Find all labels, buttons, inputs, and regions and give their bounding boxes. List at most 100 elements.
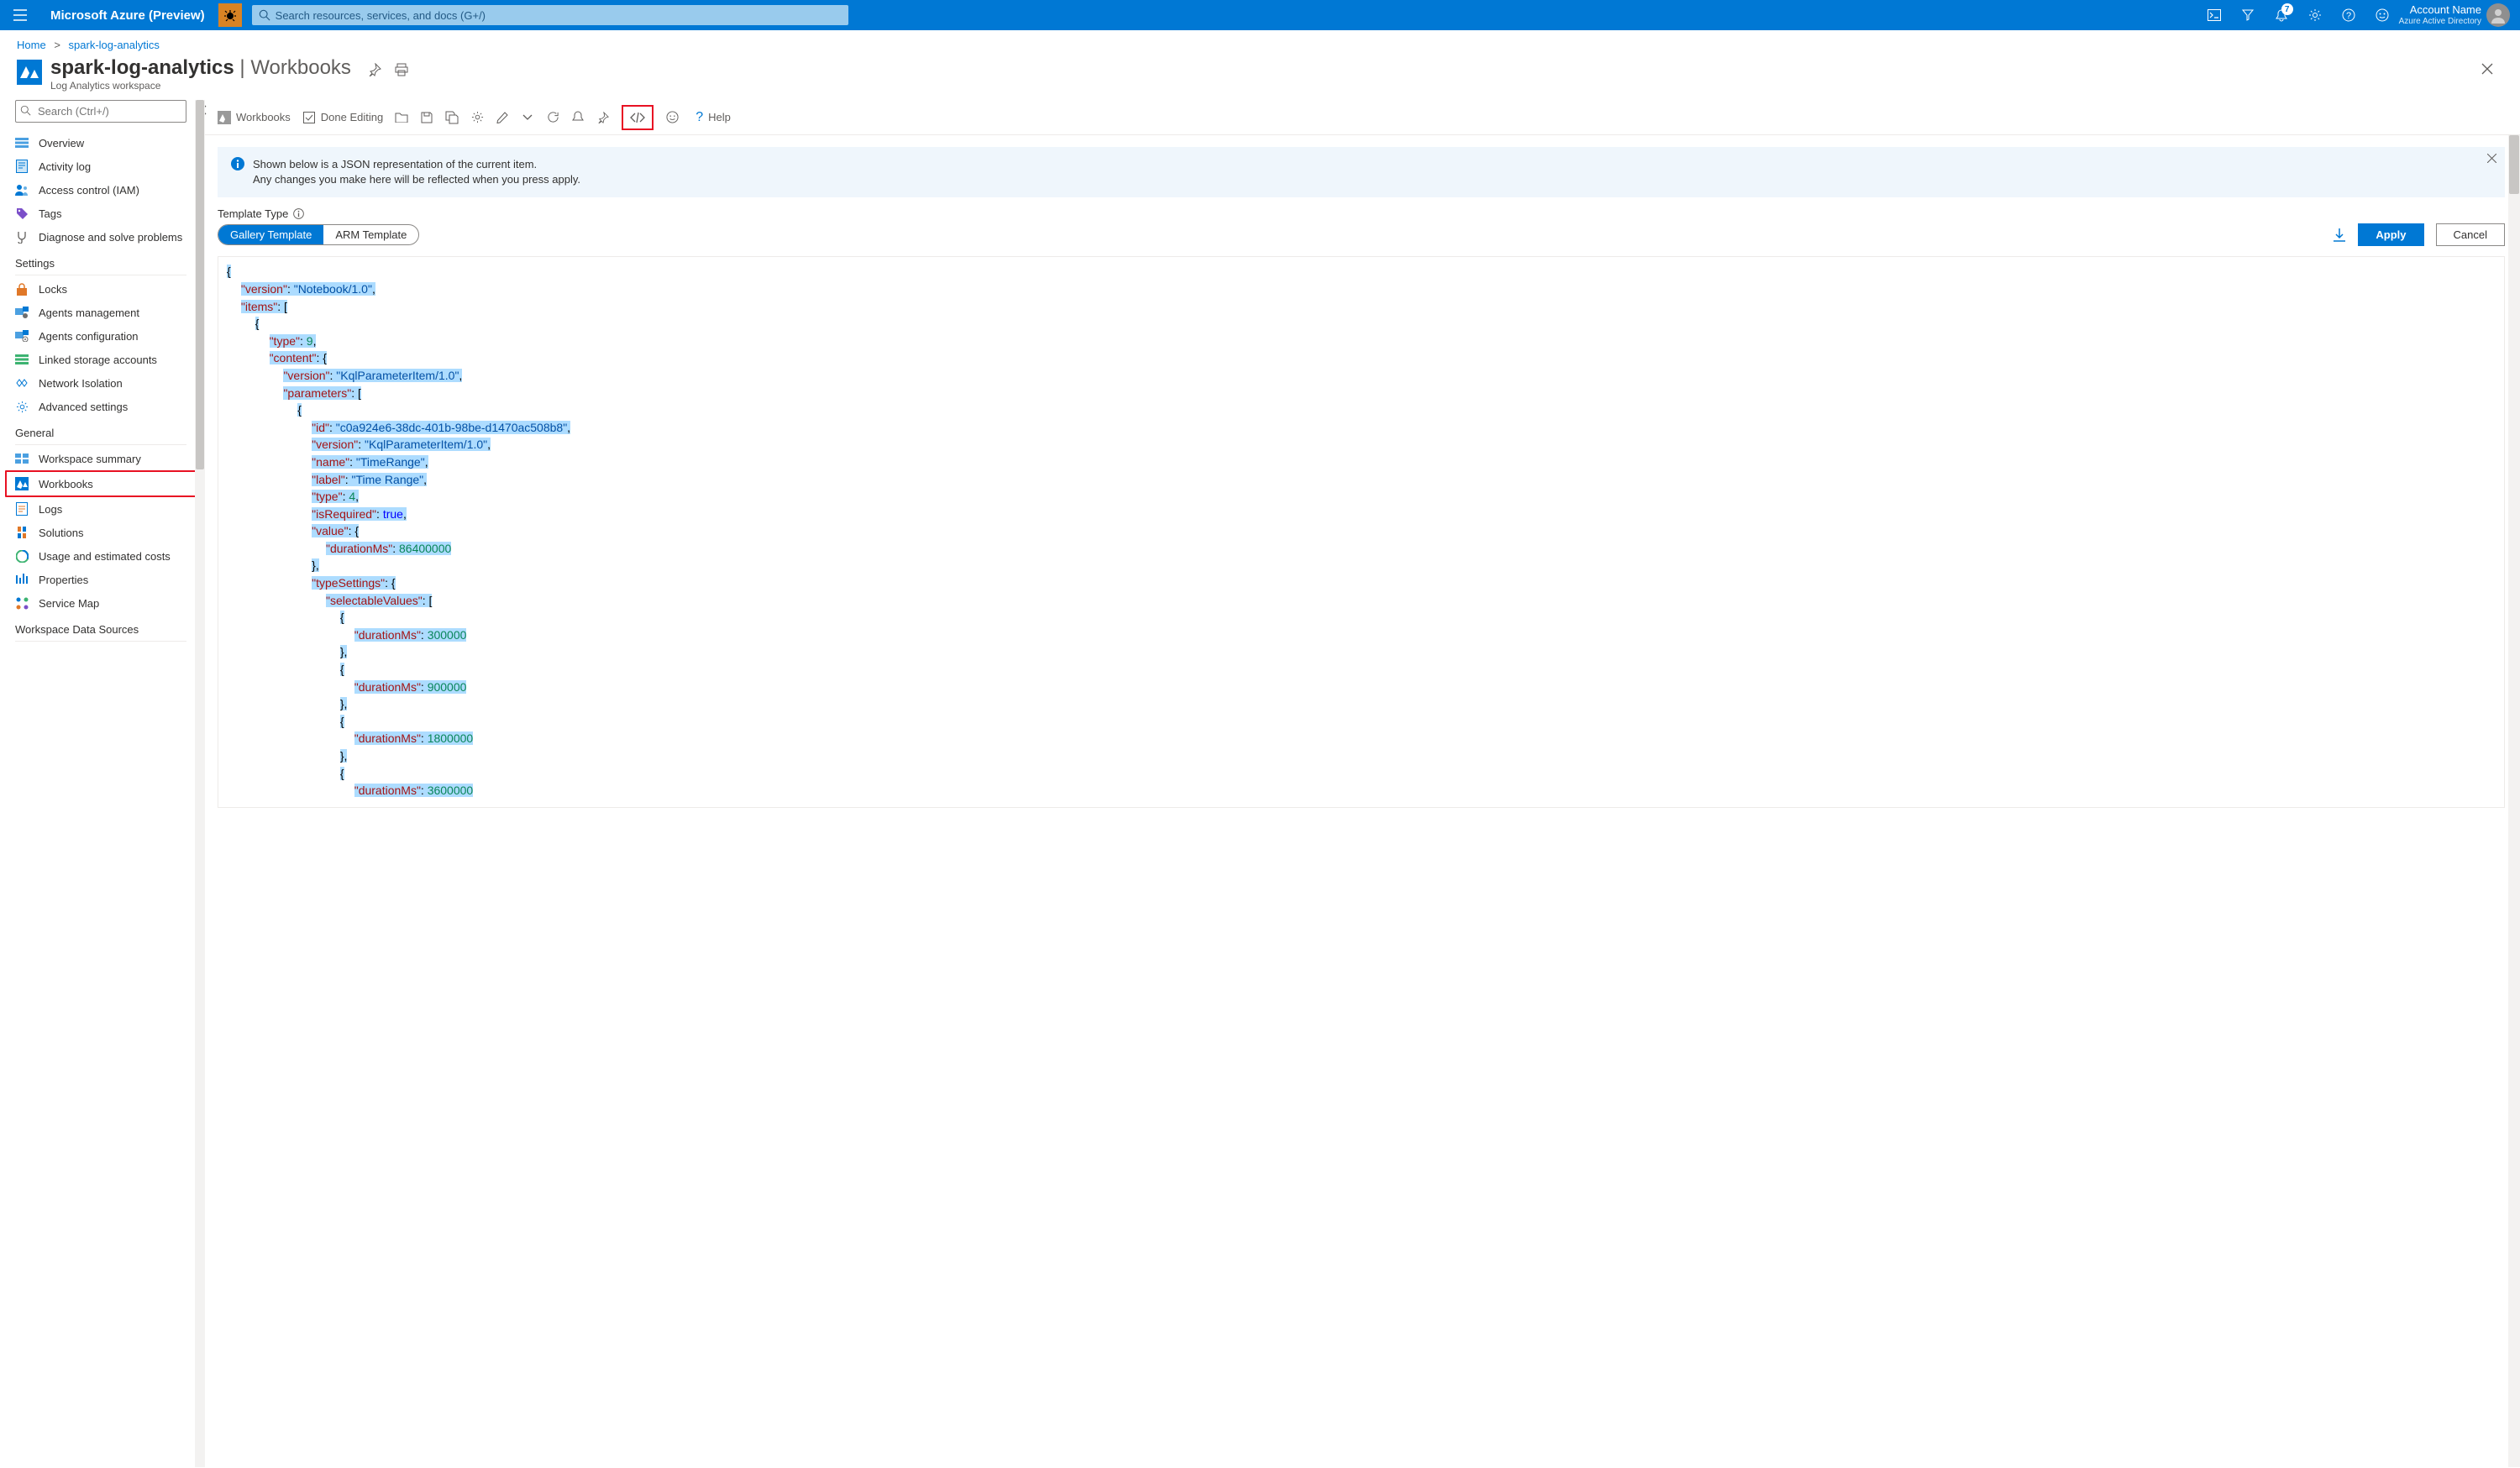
- tb-workbooks[interactable]: Workbooks: [218, 111, 291, 124]
- account-directory: Azure Active Directory: [2399, 17, 2481, 26]
- sidebar-item-diagnose[interactable]: Diagnose and solve problems: [0, 225, 202, 249]
- print-button[interactable]: [395, 63, 408, 76]
- sidebar-search-wrap: [15, 100, 186, 123]
- sidebar-item-access-control[interactable]: Access control (IAM): [0, 178, 202, 202]
- sidebar-item-agents-management[interactable]: Agents management: [0, 301, 202, 324]
- template-type-info-button[interactable]: [293, 208, 304, 219]
- preview-bug-button[interactable]: [218, 3, 242, 27]
- download-icon: [2333, 228, 2346, 243]
- page-title-row: spark-log-analytics | Workbooks Log Anal…: [0, 56, 2520, 100]
- gear-icon: [2308, 8, 2322, 22]
- access-control-icon: [15, 183, 29, 197]
- header-icons-group: 7 ? Account Name Azure Active Directory: [2197, 0, 2517, 30]
- gallery-template-pill[interactable]: Gallery Template: [218, 225, 323, 244]
- chevron-down-icon: [522, 114, 533, 121]
- bell-icon: [572, 111, 584, 123]
- summary-icon: [15, 452, 29, 465]
- download-button[interactable]: [2333, 228, 2346, 243]
- tb-settings-button[interactable]: [470, 111, 484, 124]
- pin-icon: [597, 112, 609, 123]
- cloud-shell-button[interactable]: [2197, 0, 2231, 30]
- tb-dropdown-button[interactable]: [521, 111, 534, 124]
- overview-icon: [15, 136, 29, 149]
- azure-top-header: Microsoft Azure (Preview) 7 ? Account Na…: [0, 0, 2520, 30]
- activity-log-icon: [15, 160, 29, 173]
- banner-close-button[interactable]: [2487, 154, 2496, 163]
- notifications-button[interactable]: 7: [2265, 0, 2298, 30]
- account-info[interactable]: Account Name Azure Active Directory: [2399, 4, 2486, 25]
- tb-help[interactable]: ?Help: [690, 110, 731, 125]
- workbook-toolbar: Workbooks Done Editing ?Help: [202, 100, 2520, 135]
- tb-pin-button[interactable]: [596, 111, 610, 124]
- tb-feedback-button[interactable]: [665, 111, 679, 124]
- sidebar-item-advanced-settings[interactable]: Advanced settings: [0, 395, 202, 418]
- gear-icon: [471, 111, 484, 123]
- solutions-icon: [15, 526, 29, 539]
- arm-template-pill[interactable]: ARM Template: [323, 225, 418, 244]
- global-search[interactable]: [252, 5, 848, 25]
- storage-icon: [15, 353, 29, 366]
- hamburger-icon: [13, 9, 27, 21]
- sidebar-item-overview[interactable]: Overview: [0, 131, 202, 155]
- diagnose-icon: [15, 230, 29, 244]
- sidebar-search-input[interactable]: [15, 100, 186, 123]
- help-button[interactable]: ?: [2332, 0, 2365, 30]
- template-type-row: Gallery Template ARM Template Apply Canc…: [218, 223, 2505, 246]
- sidebar-item-workbooks[interactable]: Workbooks: [5, 470, 197, 497]
- tb-saveas-button[interactable]: [445, 111, 459, 124]
- json-editor[interactable]: { "version": "Notebook/1.0", "items": [ …: [218, 256, 2505, 807]
- sidebar-item-solutions[interactable]: Solutions: [0, 521, 202, 544]
- tb-open-button[interactable]: [395, 111, 408, 124]
- close-blade-button[interactable]: [2476, 58, 2498, 80]
- bug-icon: [223, 8, 237, 22]
- settings-button[interactable]: [2298, 0, 2332, 30]
- menu-toggle[interactable]: [3, 0, 37, 30]
- directory-filter-button[interactable]: [2231, 0, 2265, 30]
- pencil-icon: [496, 112, 508, 123]
- filter-icon: [2241, 8, 2255, 22]
- help-icon: ?: [696, 110, 703, 125]
- sidebar-item-service-map[interactable]: Service Map: [0, 591, 202, 615]
- cancel-button[interactable]: Cancel: [2436, 223, 2505, 246]
- tb-refresh-button[interactable]: [546, 111, 559, 124]
- content-scrollbar[interactable]: [2508, 135, 2520, 1467]
- sidebar-item-network-isolation[interactable]: Network Isolation: [0, 371, 202, 395]
- info-outline-icon: [293, 208, 304, 219]
- account-avatar[interactable]: [2486, 3, 2510, 27]
- breadcrumb: Home > spark-log-analytics: [0, 30, 2520, 56]
- sidebar-item-properties[interactable]: Properties: [0, 568, 202, 591]
- info-icon: [231, 157, 244, 187]
- cloud-shell-icon: [2208, 9, 2221, 21]
- sidebar-item-locks[interactable]: Locks: [0, 277, 202, 301]
- pin-blade-button[interactable]: [368, 63, 381, 76]
- sidebar-item-linked-storage[interactable]: Linked storage accounts: [0, 348, 202, 371]
- logs-icon: [15, 502, 29, 516]
- sidebar-item-activity-log[interactable]: Activity log: [0, 155, 202, 178]
- breadcrumb-current[interactable]: spark-log-analytics: [69, 39, 160, 51]
- resource-subtype: Log Analytics workspace: [50, 80, 351, 92]
- pin-icon: [368, 63, 381, 76]
- feedback-icon: [2376, 8, 2389, 22]
- help-icon: ?: [2342, 8, 2355, 22]
- tb-advanced-editor-button[interactable]: [622, 105, 654, 130]
- template-type-label: Template Type: [218, 207, 2505, 220]
- tb-alert-button[interactable]: [571, 111, 585, 124]
- search-icon: [259, 9, 270, 21]
- azure-logo-text[interactable]: Microsoft Azure (Preview): [44, 8, 212, 23]
- apply-button[interactable]: Apply: [2358, 223, 2423, 246]
- breadcrumb-home[interactable]: Home: [17, 39, 46, 51]
- sidebar-item-tags[interactable]: Tags: [0, 202, 202, 225]
- tb-save-button[interactable]: [420, 111, 433, 124]
- sidebar-item-logs[interactable]: Logs: [0, 497, 202, 521]
- feedback-button[interactable]: [2365, 0, 2399, 30]
- tb-edit-button[interactable]: [496, 111, 509, 124]
- global-search-input[interactable]: [276, 9, 842, 22]
- sidebar-item-workspace-summary[interactable]: Workspace summary: [0, 447, 202, 470]
- sidebar-item-agents-config[interactable]: Agents configuration: [0, 324, 202, 348]
- resource-sidebar: Overview Activity log Access control (IA…: [0, 100, 202, 1467]
- sidebar-item-usage-costs[interactable]: Usage and estimated costs: [0, 544, 202, 568]
- smiley-icon: [666, 111, 679, 123]
- sidebar-section-general: General: [0, 418, 202, 443]
- tb-done-editing[interactable]: Done Editing: [302, 111, 383, 124]
- network-icon: [15, 376, 29, 390]
